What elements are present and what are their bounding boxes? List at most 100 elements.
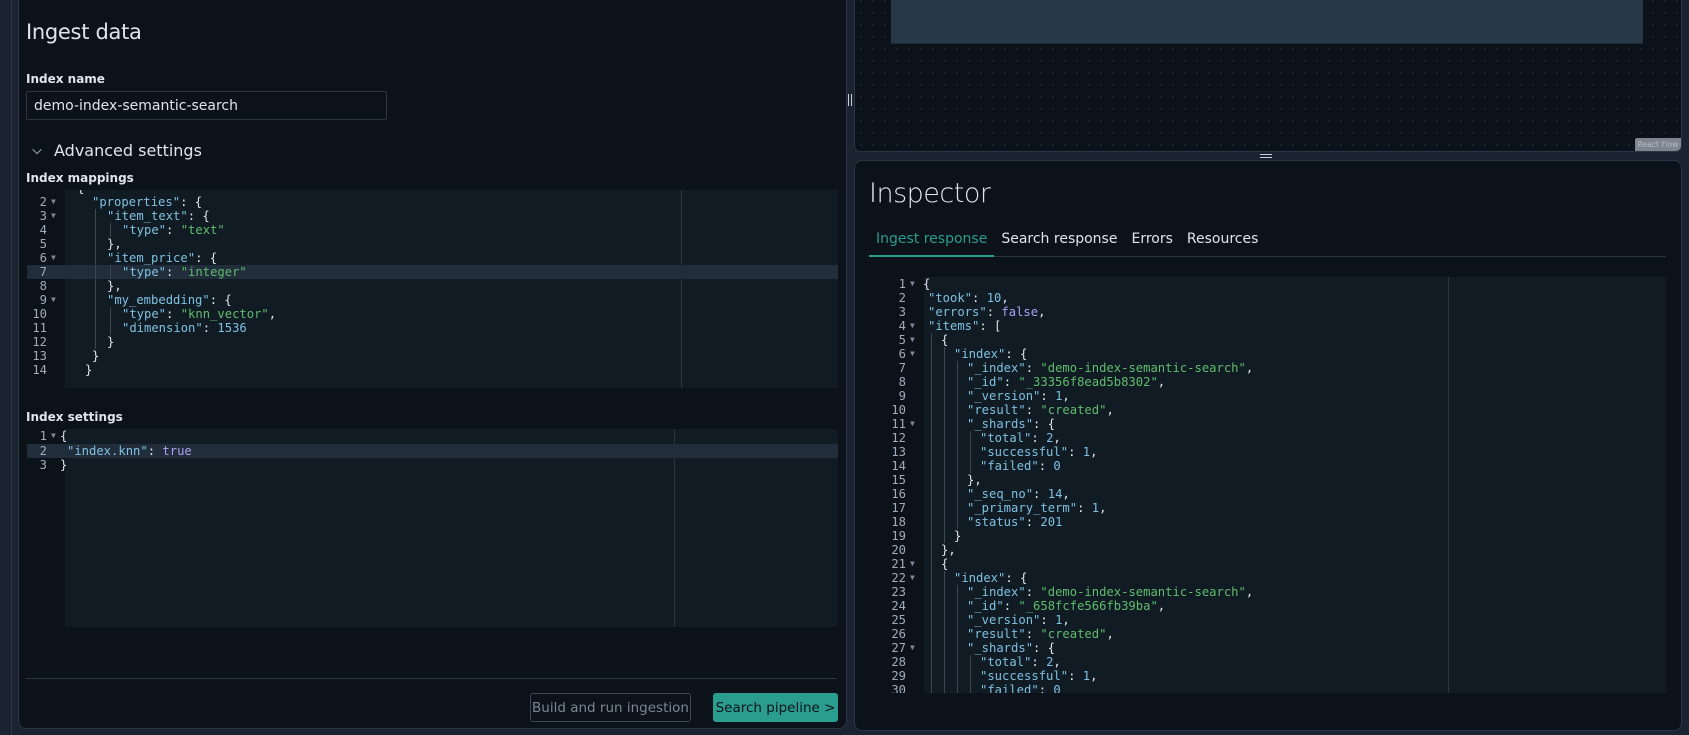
code-line[interactable]: 26 "result": "created", <box>871 627 1666 641</box>
horizontal-resize-handle[interactable] <box>854 152 1682 159</box>
indent-guide <box>931 571 932 585</box>
code-line[interactable]: 2 "took": 10, <box>871 291 1666 305</box>
code-text: "successful": 1, <box>980 669 1098 683</box>
fold-toggle-icon[interactable]: ▼ <box>910 347 915 361</box>
code-line[interactable]: 25 "_version": 1, <box>871 613 1666 627</box>
code-line[interactable]: 21 ▼ { <box>871 557 1666 571</box>
indent-guide <box>110 223 111 237</box>
code-line[interactable]: 3} <box>27 458 838 473</box>
line-number: 17 <box>891 501 906 515</box>
fold-toggle-icon[interactable]: ▼ <box>910 333 915 347</box>
fold-toggle-icon[interactable]: ▼ <box>51 209 56 223</box>
code-line[interactable]: 4 "type": "text" <box>27 223 838 237</box>
code-line[interactable]: 28 "total": 2, <box>871 655 1666 669</box>
code-line[interactable]: 5}, <box>27 237 838 251</box>
code-line[interactable]: 19} <box>871 529 1666 543</box>
tab-ingest-response[interactable]: Ingest response <box>869 224 995 257</box>
indent-guide <box>931 599 932 613</box>
code-text: "successful": 1, <box>980 445 1098 459</box>
vertical-resize-handle[interactable] <box>847 0 853 735</box>
code-line[interactable]: 15}, <box>871 473 1666 487</box>
build-and-run-ingestion-button[interactable]: Build and run ingestion <box>530 693 691 722</box>
index-mappings-editor[interactable]: 2 ▼ "properties": {3 ▼ "item_text": {4 "type"… <box>27 190 838 388</box>
code-line[interactable]: 20}, <box>871 543 1666 557</box>
indent-guide <box>944 683 945 693</box>
code-text: "_id": "_658fcfe566fb39ba", <box>967 599 1166 613</box>
code-line[interactable]: 9 "_version": 1, <box>871 389 1666 403</box>
index-name-input[interactable] <box>26 91 387 120</box>
code-line[interactable]: 29 "successful": 1, <box>871 669 1666 683</box>
scrolled-brace: { <box>77 190 84 195</box>
code-line[interactable]: 3 ▼ "item_text": { <box>27 209 838 223</box>
fold-toggle-icon[interactable]: ▼ <box>910 417 915 431</box>
indent-guide <box>95 335 96 349</box>
workflow-group-node[interactable] <box>891 0 1643 44</box>
code-line[interactable]: 8 "_id": "_33356f8ead5b8302", <box>871 375 1666 389</box>
code-text: "_index": "demo-index-semantic-search", <box>967 361 1254 375</box>
fold-toggle-icon[interactable]: ▼ <box>51 251 56 265</box>
fold-toggle-icon[interactable]: ▼ <box>51 293 56 307</box>
fold-toggle-icon[interactable]: ▼ <box>910 319 915 333</box>
tab-search-response[interactable]: Search response <box>994 224 1124 257</box>
indent-guide <box>944 361 945 375</box>
code-line[interactable]: 6 ▼ "item_price": { <box>27 251 838 265</box>
workflow-canvas[interactable]: React Flow <box>854 0 1682 152</box>
code-line[interactable]: 17 "_primary_term": 1, <box>871 501 1666 515</box>
indent-guide <box>957 459 958 473</box>
indent-guide <box>931 459 932 473</box>
chevron-down-icon <box>32 148 42 154</box>
index-settings-editor[interactable]: 1 ▼{2 "index.knn": true 3} <box>27 429 838 627</box>
code-line[interactable]: 10 "type": "knn_vector", <box>27 307 838 321</box>
code-line[interactable]: 2 ▼ "properties": { <box>27 195 838 209</box>
code-line[interactable]: 23 "_index": "demo-index-semantic-search"… <box>871 585 1666 599</box>
code-text: "dimension": 1536 <box>122 321 247 335</box>
line-number: 9 <box>39 293 47 307</box>
fold-toggle-icon[interactable]: ▼ <box>910 277 915 291</box>
code-line[interactable]: 30 "failed": 0 <box>871 683 1666 693</box>
code-line[interactable]: 27 ▼ "_shards": { <box>871 641 1666 655</box>
code-text: "status": 201 <box>967 515 1063 529</box>
fold-toggle-icon[interactable]: ▼ <box>51 429 56 444</box>
code-line[interactable]: 7 "_index": "demo-index-semantic-search", <box>871 361 1666 375</box>
indent-guide <box>944 389 945 403</box>
code-line[interactable]: 8}, <box>27 279 838 293</box>
code-line[interactable]: 22 ▼ "index": { <box>871 571 1666 585</box>
code-line[interactable]: 12} <box>27 335 838 349</box>
code-line[interactable]: 9 ▼ "my_embedding": { <box>27 293 838 307</box>
tab-resources[interactable]: Resources <box>1180 224 1266 257</box>
fold-toggle-icon[interactable]: ▼ <box>51 195 56 209</box>
left-edge-strip <box>0 0 12 735</box>
line-number: 10 <box>891 403 906 417</box>
code-line[interactable]: 4 ▼ "items": [ <box>871 319 1666 333</box>
react-flow-attribution[interactable]: React Flow <box>1635 138 1681 151</box>
code-line[interactable]: 12 "total": 2, <box>871 431 1666 445</box>
line-number: 8 <box>39 279 47 293</box>
code-line[interactable]: 7 "type": "integer" <box>27 265 838 279</box>
code-line[interactable]: 3 "errors": false, <box>871 305 1666 319</box>
indent-guide <box>110 265 111 279</box>
fold-toggle-icon[interactable]: ▼ <box>910 571 915 585</box>
code-line[interactable]: 14 "failed": 0 <box>871 459 1666 473</box>
code-line[interactable]: 13} <box>27 349 838 363</box>
ingest-response-viewer[interactable]: 1 ▼ {2 "took": 10, 3 "errors": false, 4 ▼ "items… <box>871 277 1666 693</box>
code-line[interactable]: 14} <box>27 363 838 377</box>
fold-toggle-icon[interactable]: ▼ <box>910 641 915 655</box>
code-line[interactable]: 13 "successful": 1, <box>871 445 1666 459</box>
advanced-settings-toggle[interactable]: Advanced settings <box>30 141 202 160</box>
code-line[interactable]: 24 "_id": "_658fcfe566fb39ba", <box>871 599 1666 613</box>
code-line[interactable]: 1 ▼ { <box>27 429 838 444</box>
code-line[interactable]: 11 "dimension": 1536 <box>27 321 838 335</box>
fold-toggle-icon[interactable]: ▼ <box>910 557 915 571</box>
code-line[interactable]: 10 "result": "created", <box>871 403 1666 417</box>
code-line[interactable]: 1 ▼ { <box>871 277 1666 291</box>
code-line[interactable]: 6 ▼ "index": { <box>871 347 1666 361</box>
indent-guide <box>931 431 932 445</box>
code-line[interactable]: 16 "_seq_no": 14, <box>871 487 1666 501</box>
code-line[interactable]: 11 ▼ "_shards": { <box>871 417 1666 431</box>
line-number: 14 <box>32 363 47 377</box>
search-pipeline-button[interactable]: Search pipeline > <box>713 693 838 722</box>
code-line[interactable]: 5 ▼ { <box>871 333 1666 347</box>
code-line[interactable]: 2 "index.knn": true <box>27 443 838 458</box>
code-line[interactable]: 18 "status": 201 <box>871 515 1666 529</box>
tab-errors[interactable]: Errors <box>1124 224 1179 257</box>
